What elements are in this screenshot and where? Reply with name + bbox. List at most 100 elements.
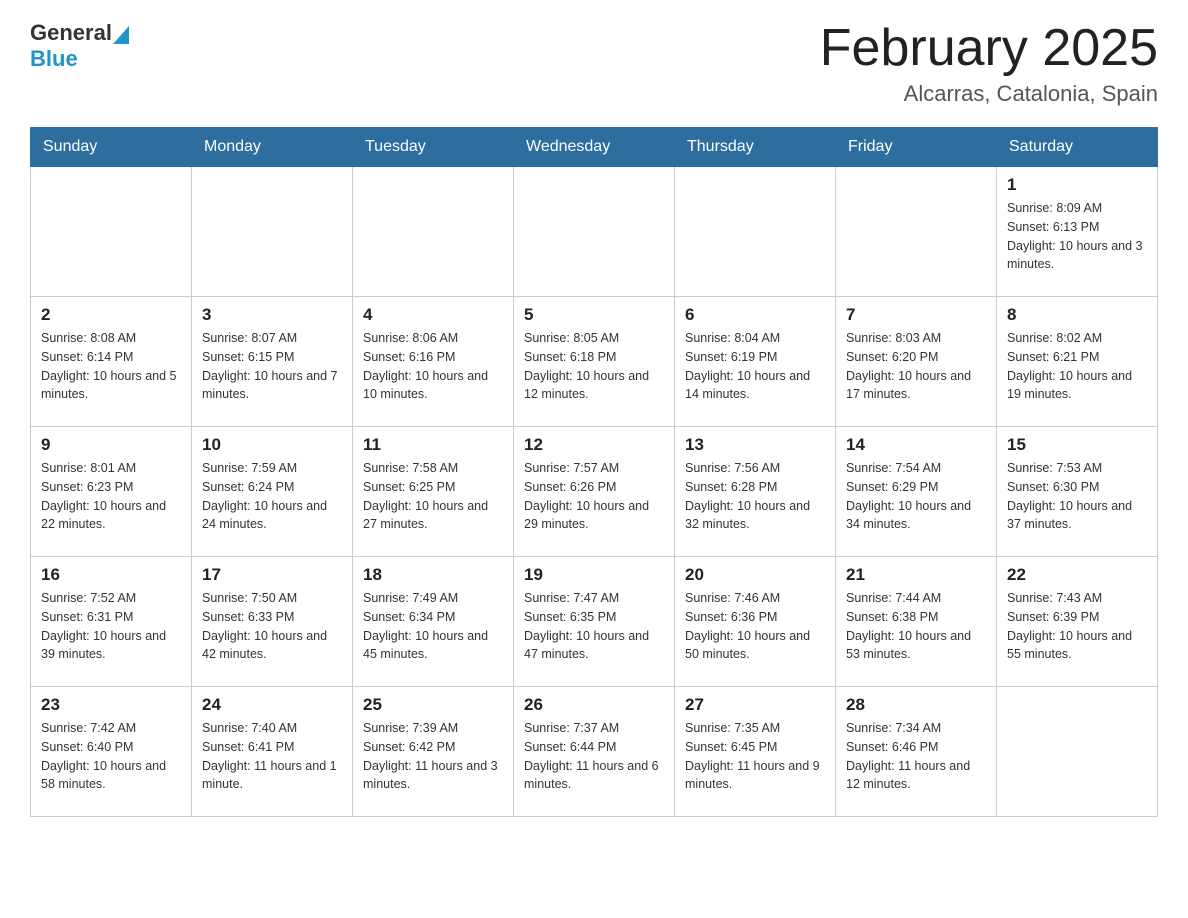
day-number: 10 [202,435,342,455]
calendar-week-row: 1 Sunrise: 8:09 AM Sunset: 6:13 PM Daylig… [31,167,1158,297]
day-info: Sunrise: 7:42 AM Sunset: 6:40 PM Dayligh… [41,719,181,794]
day-number: 24 [202,695,342,715]
day-number: 6 [685,305,825,325]
day-info: Sunrise: 7:34 AM Sunset: 6:46 PM Dayligh… [846,719,986,794]
day-number: 3 [202,305,342,325]
day-info: Sunrise: 7:44 AM Sunset: 6:38 PM Dayligh… [846,589,986,664]
day-info: Sunrise: 7:53 AM Sunset: 6:30 PM Dayligh… [1007,459,1147,534]
table-row [192,167,353,297]
logo-general-text: General [30,20,112,46]
day-number: 25 [363,695,503,715]
day-info: Sunrise: 8:01 AM Sunset: 6:23 PM Dayligh… [41,459,181,534]
day-info: Sunrise: 7:50 AM Sunset: 6:33 PM Dayligh… [202,589,342,664]
day-number: 18 [363,565,503,585]
day-number: 15 [1007,435,1147,455]
day-number: 19 [524,565,664,585]
day-info: Sunrise: 7:56 AM Sunset: 6:28 PM Dayligh… [685,459,825,534]
day-info: Sunrise: 7:49 AM Sunset: 6:34 PM Dayligh… [363,589,503,664]
table-row: 7 Sunrise: 8:03 AM Sunset: 6:20 PM Daylig… [836,297,997,427]
day-info: Sunrise: 8:02 AM Sunset: 6:21 PM Dayligh… [1007,329,1147,404]
table-row [675,167,836,297]
day-info: Sunrise: 7:37 AM Sunset: 6:44 PM Dayligh… [524,719,664,794]
day-number: 23 [41,695,181,715]
header-thursday: Thursday [675,128,836,167]
day-info: Sunrise: 8:09 AM Sunset: 6:13 PM Dayligh… [1007,199,1147,274]
calendar-week-row: 16 Sunrise: 7:52 AM Sunset: 6:31 PM Dayli… [31,557,1158,687]
table-row: 24 Sunrise: 7:40 AM Sunset: 6:41 PM Dayli… [192,687,353,817]
day-info: Sunrise: 7:58 AM Sunset: 6:25 PM Dayligh… [363,459,503,534]
header-monday: Monday [192,128,353,167]
table-row: 2Sunrise: 8:08 AM Sunset: 6:14 PM Daylig… [31,297,192,427]
day-info: Sunrise: 8:07 AM Sunset: 6:15 PM Dayligh… [202,329,342,404]
day-number: 2 [41,305,181,325]
day-number: 21 [846,565,986,585]
table-row: 14Sunrise: 7:54 AM Sunset: 6:29 PM Dayli… [836,427,997,557]
logo-blue-text: Blue [30,46,129,72]
day-info: Sunrise: 7:59 AM Sunset: 6:24 PM Dayligh… [202,459,342,534]
day-info: Sunrise: 7:47 AM Sunset: 6:35 PM Dayligh… [524,589,664,664]
day-number: 4 [363,305,503,325]
table-row: 19 Sunrise: 7:47 AM Sunset: 6:35 PM Dayli… [514,557,675,687]
day-number: 12 [524,435,664,455]
table-row [836,167,997,297]
day-info: Sunrise: 8:05 AM Sunset: 6:18 PM Dayligh… [524,329,664,404]
day-info: Sunrise: 8:03 AM Sunset: 6:20 PM Dayligh… [846,329,986,404]
day-number: 11 [363,435,503,455]
day-info: Sunrise: 8:04 AM Sunset: 6:19 PM Dayligh… [685,329,825,404]
table-row: 15 Sunrise: 7:53 AM Sunset: 6:30 PM Dayli… [997,427,1158,557]
day-number: 1 [1007,175,1147,195]
table-row: 10 Sunrise: 7:59 AM Sunset: 6:24 PM Dayli… [192,427,353,557]
table-row: 8 Sunrise: 8:02 AM Sunset: 6:21 PM Daylig… [997,297,1158,427]
table-row: 27 Sunrise: 7:35 AM Sunset: 6:45 PM Dayli… [675,687,836,817]
table-row [31,167,192,297]
day-number: 16 [41,565,181,585]
day-number: 26 [524,695,664,715]
calendar-week-row: 23 Sunrise: 7:42 AM Sunset: 6:40 PM Dayli… [31,687,1158,817]
table-row [514,167,675,297]
header-sunday: Sunday [31,128,192,167]
table-row: 16 Sunrise: 7:52 AM Sunset: 6:31 PM Dayli… [31,557,192,687]
day-number: 8 [1007,305,1147,325]
day-number: 27 [685,695,825,715]
day-info: Sunrise: 7:43 AM Sunset: 6:39 PM Dayligh… [1007,589,1147,664]
logo: General Blue [30,20,129,72]
table-row [997,687,1158,817]
table-row: 21 Sunrise: 7:44 AM Sunset: 6:38 PM Dayli… [836,557,997,687]
calendar-table: Sunday Monday Tuesday Wednesday Thursday… [30,127,1158,817]
day-number: 22 [1007,565,1147,585]
day-info: Sunrise: 7:57 AM Sunset: 6:26 PM Dayligh… [524,459,664,534]
location-subtitle: Alcarras, Catalonia, Spain [820,81,1158,107]
day-number: 14 [846,435,986,455]
day-number: 13 [685,435,825,455]
table-row: 11 Sunrise: 7:58 AM Sunset: 6:25 PM Dayli… [353,427,514,557]
day-info: Sunrise: 7:40 AM Sunset: 6:41 PM Dayligh… [202,719,342,794]
day-number: 9 [41,435,181,455]
month-title: February 2025 [820,20,1158,77]
header-saturday: Saturday [997,128,1158,167]
table-row: 20Sunrise: 7:46 AM Sunset: 6:36 PM Dayli… [675,557,836,687]
page-header: General Blue February 2025 Alcarras, Cat… [30,20,1158,107]
weekday-header-row: Sunday Monday Tuesday Wednesday Thursday… [31,128,1158,167]
day-number: 17 [202,565,342,585]
table-row: 9 Sunrise: 8:01 AM Sunset: 6:23 PM Daylig… [31,427,192,557]
table-row: 25 Sunrise: 7:39 AM Sunset: 6:42 PM Dayli… [353,687,514,817]
header-tuesday: Tuesday [353,128,514,167]
day-info: Sunrise: 8:06 AM Sunset: 6:16 PM Dayligh… [363,329,503,404]
table-row: 13 Sunrise: 7:56 AM Sunset: 6:28 PM Dayli… [675,427,836,557]
calendar-week-row: 2Sunrise: 8:08 AM Sunset: 6:14 PM Daylig… [31,297,1158,427]
table-row: 12 Sunrise: 7:57 AM Sunset: 6:26 PM Dayli… [514,427,675,557]
day-info: Sunrise: 7:52 AM Sunset: 6:31 PM Dayligh… [41,589,181,664]
table-row: 5 Sunrise: 8:05 AM Sunset: 6:18 PM Daylig… [514,297,675,427]
day-info: Sunrise: 7:35 AM Sunset: 6:45 PM Dayligh… [685,719,825,794]
header-friday: Friday [836,128,997,167]
day-number: 5 [524,305,664,325]
table-row: 4 Sunrise: 8:06 AM Sunset: 6:16 PM Daylig… [353,297,514,427]
table-row: 18 Sunrise: 7:49 AM Sunset: 6:34 PM Dayli… [353,557,514,687]
table-row [353,167,514,297]
day-info: Sunrise: 7:39 AM Sunset: 6:42 PM Dayligh… [363,719,503,794]
day-number: 28 [846,695,986,715]
day-number: 7 [846,305,986,325]
day-info: Sunrise: 7:46 AM Sunset: 6:36 PM Dayligh… [685,589,825,664]
table-row: 28 Sunrise: 7:34 AM Sunset: 6:46 PM Dayli… [836,687,997,817]
table-row: 3 Sunrise: 8:07 AM Sunset: 6:15 PM Daylig… [192,297,353,427]
